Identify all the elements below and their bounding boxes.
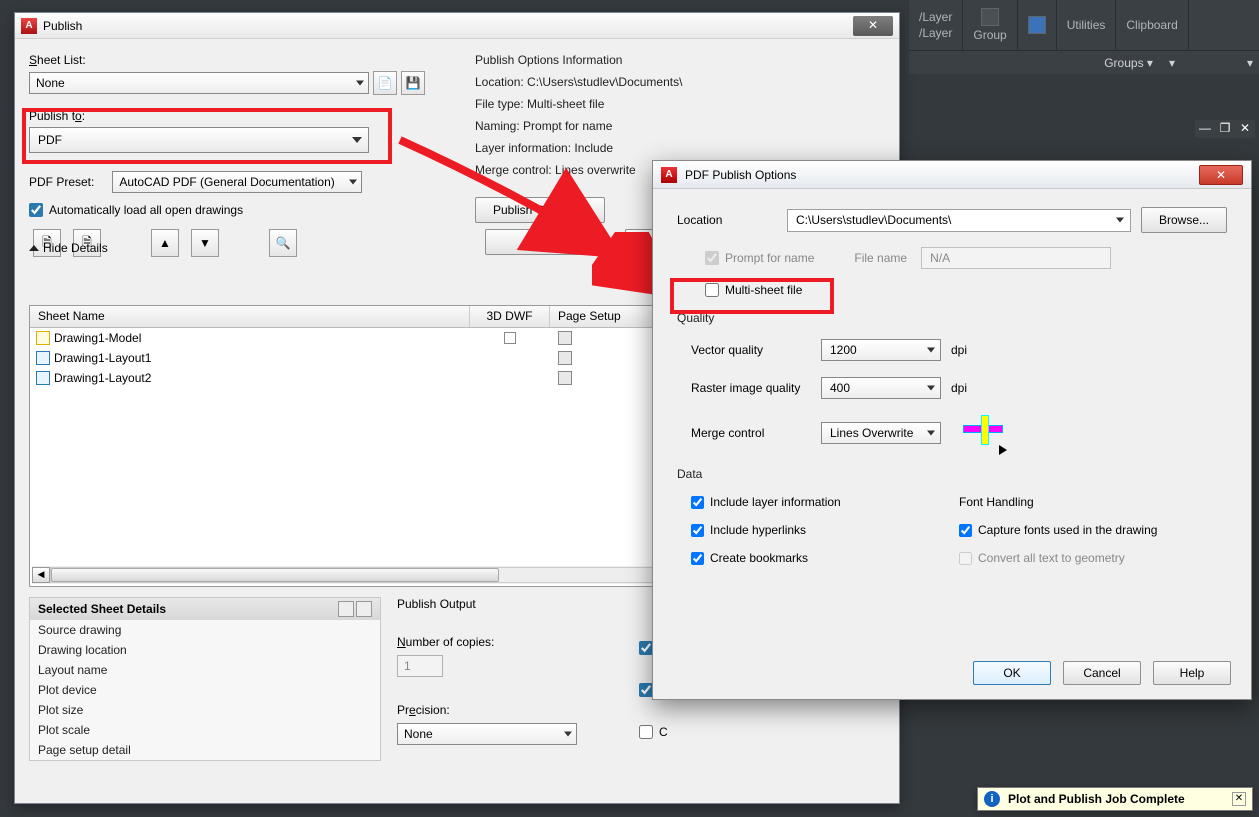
- annotation-highlight: [22, 108, 392, 164]
- filename-label: File name: [854, 251, 907, 265]
- scroll-thumb[interactable]: [51, 568, 499, 582]
- ok-button[interactable]: OK: [973, 661, 1051, 685]
- ribbon-panel: /Layer/Layer Group Utilities Clipboard: [909, 0, 1259, 50]
- output-header: Publish Output: [397, 597, 577, 611]
- publish-options-button[interactable]: Publish Options...: [475, 197, 605, 223]
- vector-quality-combo[interactable]: 1200: [821, 339, 941, 361]
- merge-preview-icon: [959, 415, 1003, 451]
- dropdown-caret-icon[interactable]: ▾: [1247, 56, 1253, 70]
- merge-control-label: Merge control: [691, 426, 821, 440]
- info-filetype: File type: Multi-sheet file: [475, 97, 885, 111]
- page-setup-icon: [558, 371, 572, 385]
- browse-button[interactable]: Browse...: [1141, 207, 1227, 233]
- sheet-list-combo[interactable]: None: [29, 72, 369, 94]
- details-row: Page setup detail: [30, 740, 380, 760]
- capture-fonts-checkbox[interactable]: Capture fonts used in the drawing: [959, 523, 1227, 537]
- precision-label: Precision:: [397, 703, 577, 717]
- data-header: Data: [677, 467, 1227, 481]
- info-icon: i: [984, 791, 1000, 807]
- font-handling-header: Font Handling: [959, 495, 1227, 509]
- sheet-icon: [36, 371, 50, 385]
- copies-spinner: 1: [397, 655, 443, 677]
- info-location: Location: C:\Users\studlev\Documents\: [475, 75, 885, 89]
- page-setup-icon: [558, 351, 572, 365]
- ribbon-group[interactable]: Group: [963, 0, 1017, 50]
- precision-combo[interactable]: None: [397, 723, 577, 745]
- info-header: Publish Options Information: [475, 53, 885, 67]
- publish-output-panel: Publish Output Number of copies: 1 Preci…: [397, 597, 577, 745]
- maximize-button[interactable]: ❐: [1216, 121, 1234, 137]
- output-check-3[interactable]: C: [639, 725, 668, 739]
- annotation-highlight: [670, 278, 834, 314]
- page-setup-icon: [558, 331, 572, 345]
- pdf-preset-label: PDF Preset:: [29, 175, 94, 189]
- groups-bar: Groups ▾ ▾ ▾: [909, 50, 1259, 74]
- scroll-left-button[interactable]: ◀: [32, 567, 50, 583]
- details-row: Drawing location: [30, 640, 380, 660]
- ribbon-layer: /Layer/Layer: [909, 0, 963, 50]
- hide-details-toggle[interactable]: Hide Details: [29, 241, 108, 255]
- sheet-icon: [36, 331, 50, 345]
- plot-complete-notification[interactable]: i Plot and Publish Job Complete ✕: [977, 787, 1253, 811]
- cancel-button[interactable]: Cancel: [1063, 661, 1141, 685]
- triangle-up-icon: [29, 245, 39, 251]
- groups-dropdown[interactable]: Groups ▾: [1104, 56, 1153, 70]
- preview-button[interactable]: 🔍: [269, 229, 297, 257]
- copies-label: Number of copies:: [397, 635, 577, 649]
- autocad-logo-icon: A: [21, 18, 37, 34]
- create-bookmarks-checkbox[interactable]: Create bookmarks: [691, 551, 959, 565]
- move-down-button[interactable]: ▼: [191, 229, 219, 257]
- details-row: Plot size: [30, 700, 380, 720]
- details-row: Plot device: [30, 680, 380, 700]
- location-combo[interactable]: C:\Users\studlev\Documents\: [787, 209, 1131, 232]
- dropdown-caret-icon[interactable]: ▾: [1169, 56, 1175, 70]
- help-button[interactable]: Help: [1153, 661, 1231, 685]
- details-row: Layout name: [30, 660, 380, 680]
- details-collapse-icon[interactable]: [338, 601, 354, 617]
- filename-field: N/A: [921, 247, 1111, 269]
- details-row: Source drawing: [30, 620, 380, 640]
- location-label: Location: [677, 213, 787, 227]
- prompt-for-name-checkbox: Prompt for name: [705, 251, 814, 265]
- ribbon-utilities[interactable]: Utilities: [1057, 0, 1117, 50]
- include-hyperlinks-checkbox[interactable]: Include hyperlinks: [691, 523, 959, 537]
- col-sheet-name[interactable]: Sheet Name: [30, 306, 470, 327]
- ribbon-clipboard[interactable]: Clipboard: [1116, 0, 1188, 50]
- details-header: Selected Sheet Details: [30, 598, 380, 620]
- minimize-button[interactable]: —: [1196, 121, 1214, 137]
- publish-title: Publish: [43, 19, 82, 33]
- autocad-logo-icon: A: [661, 167, 677, 183]
- details-expand-icon[interactable]: [356, 601, 372, 617]
- info-naming: Naming: Prompt for name: [475, 119, 885, 133]
- pdf-preset-combo[interactable]: AutoCAD PDF (General Documentation): [112, 171, 362, 193]
- save-list-button[interactable]: 💾: [401, 71, 425, 95]
- info-layer: Layer information: Include: [475, 141, 885, 155]
- floating-window-controls: — ❐ ✕: [1195, 120, 1255, 138]
- sheet-icon: [36, 351, 50, 365]
- col-3d-dwf[interactable]: 3D DWF: [470, 306, 550, 327]
- raster-quality-combo[interactable]: 400: [821, 377, 941, 399]
- move-up-button[interactable]: ▲: [151, 229, 179, 257]
- close-button[interactable]: ✕: [853, 16, 893, 36]
- vector-quality-label: Vector quality: [691, 343, 821, 357]
- publish-titlebar: A Publish ✕: [15, 13, 899, 39]
- merge-control-combo[interactable]: Lines Overwrite: [821, 422, 941, 444]
- pdf-titlebar: A PDF Publish Options ✕: [653, 161, 1251, 189]
- ribbon-group-icon[interactable]: [1018, 0, 1057, 50]
- publish-button[interactable]: Publish: [485, 229, 605, 255]
- checkbox-empty-icon[interactable]: [504, 332, 516, 344]
- details-panel: Selected Sheet Details Source drawingDra…: [29, 597, 381, 761]
- raster-quality-label: Raster image quality: [691, 381, 821, 395]
- include-layer-checkbox[interactable]: Include layer information: [691, 495, 959, 509]
- open-list-button[interactable]: 📄: [373, 71, 397, 95]
- close-button[interactable]: ✕: [1199, 165, 1243, 185]
- convert-text-checkbox: Convert all text to geometry: [959, 551, 1227, 565]
- folder-icon: 📄: [378, 76, 393, 90]
- close-notification-button[interactable]: ✕: [1232, 792, 1246, 806]
- pdf-title: PDF Publish Options: [685, 168, 796, 182]
- save-icon: 💾: [406, 76, 421, 90]
- pdf-publish-options-dialog: A PDF Publish Options ✕ Location C:\User…: [652, 160, 1252, 700]
- close-button[interactable]: ✕: [1236, 121, 1254, 137]
- details-row: Plot scale: [30, 720, 380, 740]
